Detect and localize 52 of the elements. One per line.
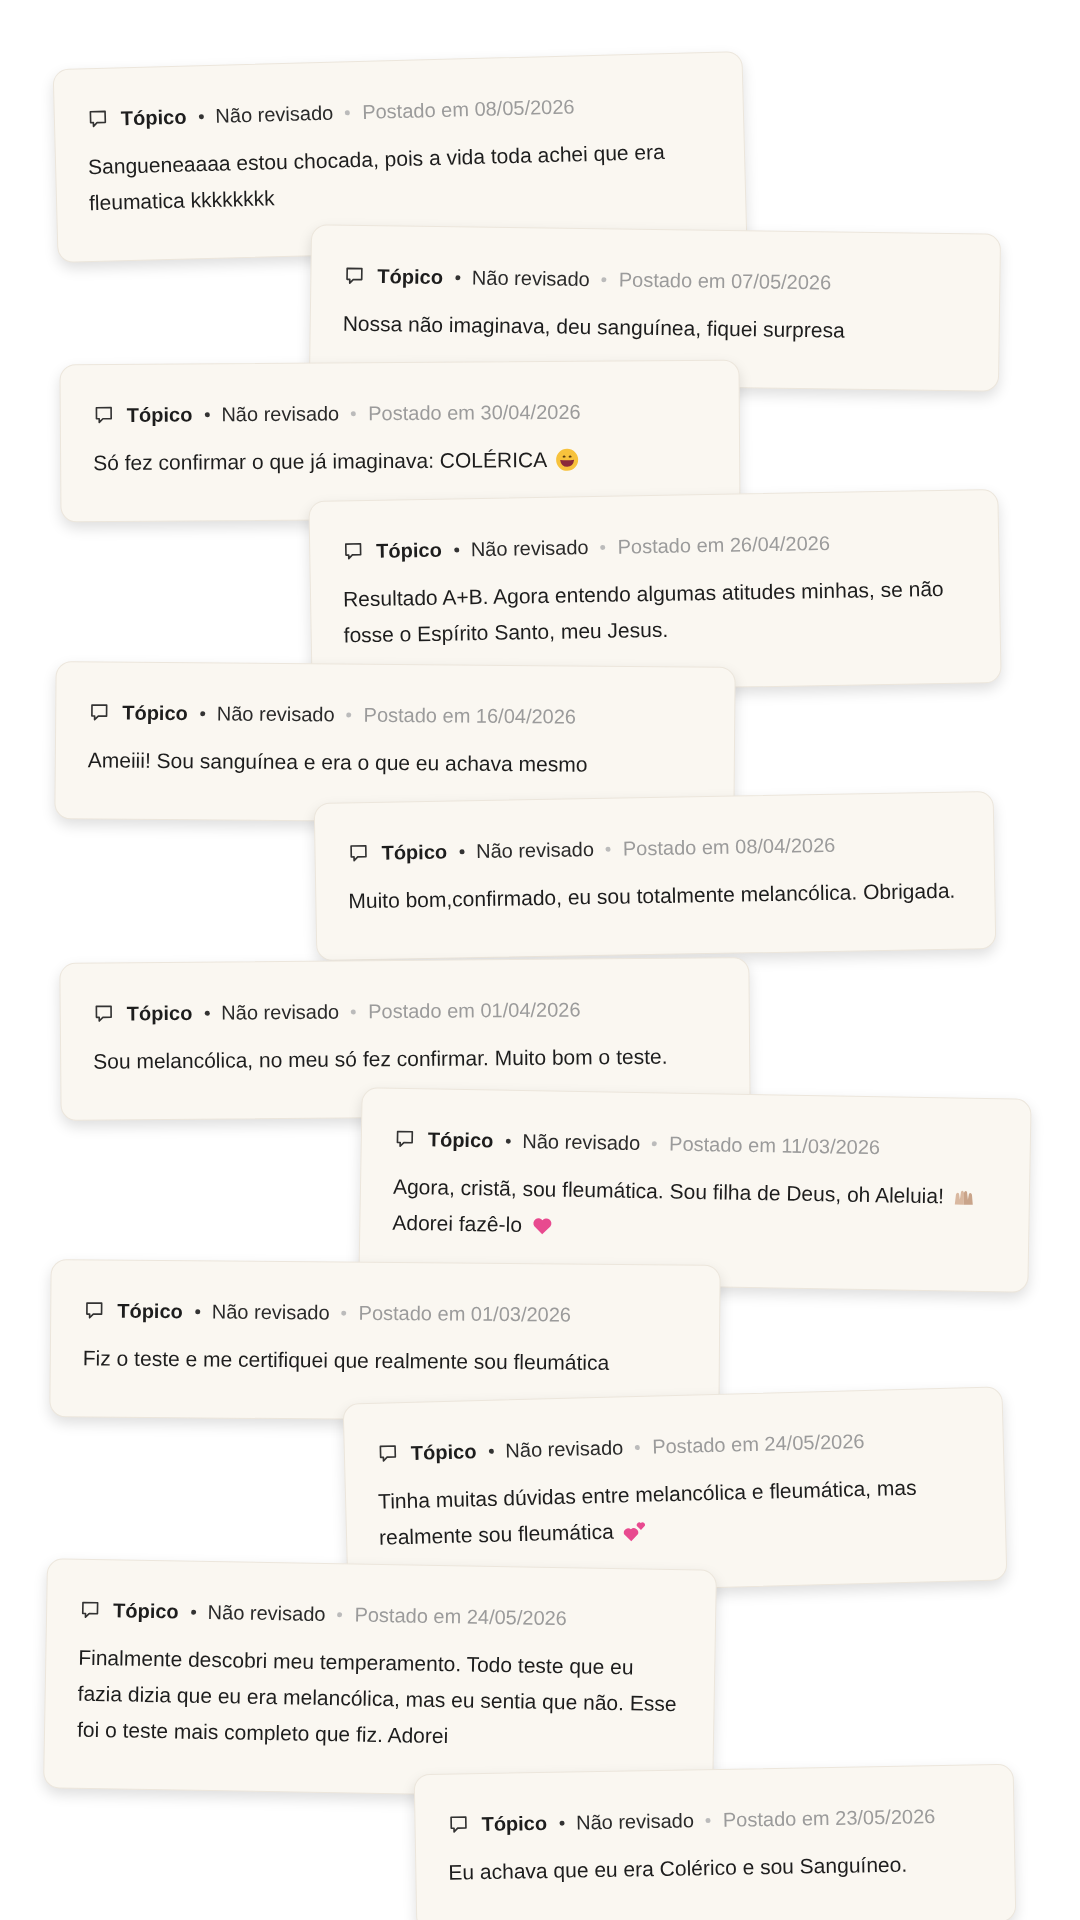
status-label: Não revisado — [211, 1299, 330, 1326]
comment-text: Fiz o teste e me certifiquei que realmente sou fleumática — [82, 1345, 610, 1376]
post-date: Postado em 08/05/2026 — [361, 94, 575, 125]
topic-label: Tópico — [122, 700, 188, 727]
comment-icon — [447, 1813, 470, 1836]
status-label: Não revisado — [575, 1808, 695, 1836]
comment-text: Eu achava que eu era Colérico e sou Sanguíneo. — [448, 1851, 908, 1886]
comment-text: Sangueneaaaa estou chocada, pois a vida toda achei que era fleumatica kkkkkkkk — [87, 139, 667, 217]
status-label: Não revisado — [522, 1129, 641, 1157]
post-date: Postado em 08/04/2026 — [622, 832, 836, 862]
topic-label: Tópico — [481, 1810, 548, 1838]
status-label: Não revisado — [215, 100, 334, 129]
status-label: Não revisado — [221, 999, 340, 1026]
comment-text: Só fez confirmar o que já imaginava: COLÉRICA — [93, 446, 548, 477]
post-date: Postado em 24/05/2026 — [651, 1429, 865, 1460]
post-date: Postado em 01/04/2026 — [368, 997, 581, 1025]
comment-text: Resultado A+B. Agora entendo algumas atitudes minhas, se não fosse o Espírito Santo, meu Jesus. — [342, 575, 945, 649]
comment-text: Muito bom,confirmado, eu sou totalmente melancólica. Obrigada. — [348, 877, 956, 915]
post-date: Postado em 07/05/2026 — [618, 267, 832, 296]
post-date: Postado em 23/05/2026 — [722, 1804, 936, 1833]
topic-label: Tópico — [427, 1127, 494, 1154]
topic-label: Tópico — [377, 264, 444, 291]
status-label: Não revisado — [471, 265, 590, 293]
comment-text: Nossa não imaginava, deu sanguínea, fiquei surpresa — [342, 310, 845, 344]
post-date: Postado em 01/03/2026 — [358, 1300, 572, 1328]
topic-label: Tópico — [120, 104, 187, 132]
topic-label: Tópico — [126, 1000, 193, 1027]
status-label: Não revisado — [216, 701, 335, 728]
topic-label: Tópico — [112, 1598, 179, 1625]
status-label: Não revisado — [221, 401, 340, 428]
status-label: Não revisado — [505, 1435, 624, 1464]
comment-text: Ameiii! Sou sanguínea e era o que eu achava mesmo — [87, 747, 588, 778]
comment-text: realmente sou fleumática — [378, 1518, 615, 1551]
post-date: Postado em 11/03/2026 — [668, 1131, 881, 1161]
topic-label: Tópico — [117, 1298, 183, 1325]
status-label: Não revisado — [207, 1600, 326, 1628]
comment-text: Tinha muitas dúvidas entre melancólica e fleumática, mas — [377, 1474, 917, 1515]
post-date: Postado em 30/04/2026 — [368, 399, 581, 427]
status-label: Não revisado — [470, 535, 589, 563]
topic-label: Tópico — [376, 537, 442, 564]
topic-label: Tópico — [410, 1439, 477, 1466]
comment-text: Sou melancólica, no meu só fez confirmar. Muito bom o teste. — [93, 1043, 668, 1075]
topic-label: Tópico — [381, 839, 448, 866]
comment-text: Adorei fazê-lo — [392, 1209, 523, 1238]
grinning-face-icon — [555, 447, 580, 472]
post-date: Postado em 16/04/2026 — [363, 702, 577, 730]
status-label: Não revisado — [475, 837, 595, 865]
post-date: Postado em 26/04/2026 — [617, 530, 831, 560]
topic-label: Tópico — [126, 402, 193, 428]
comment-text: Agora, cristã, sou fleumática. Sou filha de Deus, oh Aleluia! — [392, 1173, 945, 1210]
comment-text: Finalmente descobri meu temperamento. Todo teste que eu fazia dizia que eu era melancólica, mas eu sentia que não. Esse foi o teste mais completo que fiz. Adorei — [76, 1644, 678, 1750]
post-date: Postado em 24/05/2026 — [354, 1602, 568, 1632]
